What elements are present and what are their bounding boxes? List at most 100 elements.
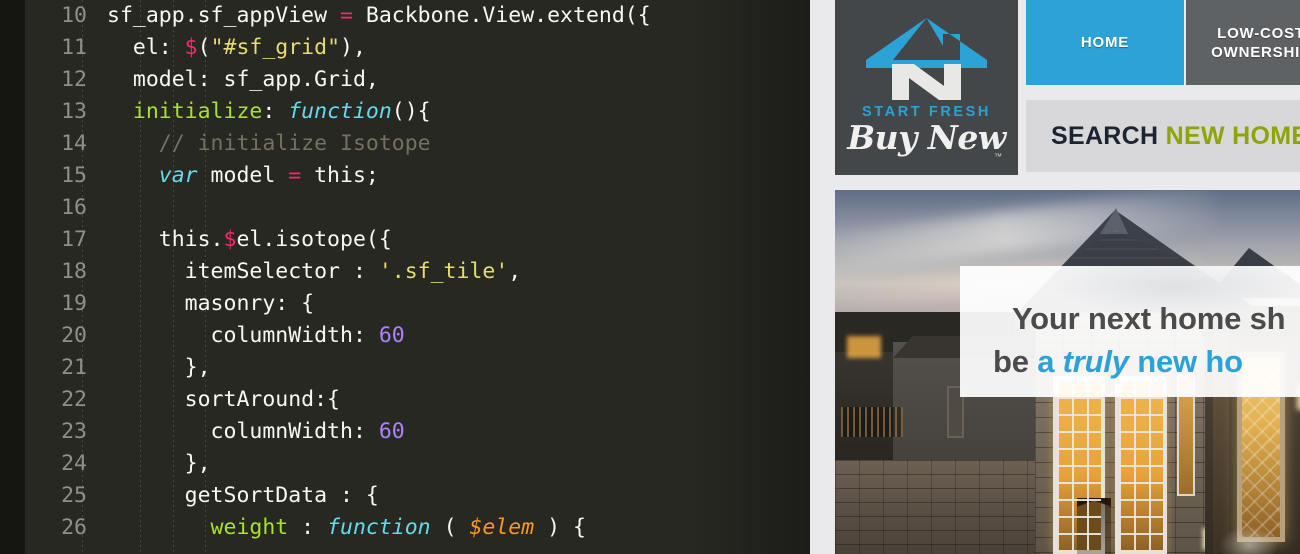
code-token: 60 bbox=[378, 419, 405, 444]
code-line[interactable]: 17 this.$el.isotope({ bbox=[25, 224, 810, 256]
code-token: ), bbox=[340, 35, 366, 60]
house-n-logo-icon bbox=[835, 8, 1018, 100]
code-line[interactable]: 24 }, bbox=[25, 448, 810, 480]
logo-trademark: ™ bbox=[994, 152, 1002, 161]
code-line-text: sf_app.sf_appView = Backbone.View.extend… bbox=[107, 0, 651, 32]
code-line[interactable]: 22 sortAround:{ bbox=[25, 384, 810, 416]
site-preview-panel[interactable]: START FRESH Buy New ™ HOME LOW-COST OWNE… bbox=[810, 0, 1300, 554]
hero-headline-accent-b: new ho bbox=[1128, 344, 1243, 379]
hero-headline-dark-part: be bbox=[993, 344, 1038, 379]
nav-item-home-label: HOME bbox=[1080, 34, 1130, 51]
code-token: el: bbox=[107, 35, 185, 60]
code-line-text: el: $("#sf_grid"), bbox=[107, 32, 366, 64]
lit-window-right bbox=[1115, 376, 1229, 554]
code-line[interactable]: 26 weight : function ( $elem ) { bbox=[25, 512, 810, 544]
landscaping-shrub bbox=[1219, 526, 1279, 554]
line-number: 11 bbox=[61, 35, 87, 60]
window-muntin-grid bbox=[1057, 380, 1101, 550]
site-nav[interactable]: HOME LOW-COST OWNERSHIP bbox=[1026, 0, 1300, 85]
code-token: function bbox=[327, 515, 431, 540]
code-token: model bbox=[197, 163, 289, 188]
logo-wordmark: Buy New bbox=[847, 118, 1006, 157]
code-token: = bbox=[288, 163, 315, 188]
code-token: Backbone.View.extend({ bbox=[365, 3, 651, 28]
code-token: }, bbox=[107, 355, 211, 380]
code-token: ( bbox=[197, 35, 211, 60]
lit-window-left bbox=[1053, 376, 1111, 554]
hero-headline-line-2: be a truly new ho bbox=[993, 344, 1243, 380]
code-token: "#sf_grid" bbox=[210, 35, 341, 60]
search-bar-label: SEARCH NEW HOME bbox=[1051, 122, 1300, 151]
code-token: ) { bbox=[534, 515, 586, 540]
code-line-text: }, bbox=[107, 448, 211, 480]
code-token: '.sf_tile' bbox=[378, 259, 509, 284]
nav-label-line2: OWNERSHIP bbox=[1211, 43, 1300, 61]
search-label-dark: SEARCH bbox=[1051, 121, 1159, 150]
code-token: function bbox=[288, 99, 392, 124]
search-label-green: NEW HOME bbox=[1165, 121, 1300, 150]
code-token: model: sf_app.Grid, bbox=[107, 67, 379, 92]
code-token: : bbox=[262, 99, 289, 124]
line-number: 25 bbox=[61, 483, 87, 508]
house-roof-notch bbox=[1100, 208, 1128, 234]
code-line-text: getSortData : { bbox=[107, 480, 379, 512]
line-number: 10 bbox=[61, 3, 87, 28]
code-content-area[interactable]: 10 sf_app.sf_appView = Backbone.View.exte… bbox=[25, 0, 810, 554]
code-line-text: initialize: function(){ bbox=[107, 96, 431, 128]
code-line[interactable]: 23 columnWidth: 60 bbox=[25, 416, 810, 448]
code-token: (){ bbox=[391, 99, 431, 124]
hero-headline-line-1: Your next home sh bbox=[1012, 301, 1286, 336]
line-number: 19 bbox=[61, 291, 87, 316]
code-line[interactable]: 18 itemSelector : '.sf_tile', bbox=[25, 256, 810, 288]
code-line-text: weight : function ( $elem ) { bbox=[107, 512, 586, 544]
code-line[interactable]: 20 columnWidth: 60 bbox=[25, 320, 810, 352]
nav-item-low-cost-ownership-label: LOW-COST OWNERSHIP bbox=[1211, 24, 1300, 62]
code-line[interactable]: 16 bbox=[25, 192, 810, 224]
code-token: }, bbox=[107, 451, 211, 476]
code-token: columnWidth: bbox=[107, 419, 379, 444]
line-number: 16 bbox=[61, 195, 87, 220]
editor-gutter-strip bbox=[0, 0, 25, 554]
code-line-text: columnWidth: 60 bbox=[107, 416, 405, 448]
code-line-list[interactable]: 10 sf_app.sf_appView = Backbone.View.exte… bbox=[25, 0, 810, 544]
code-line-text: this.$el.isotope({ bbox=[107, 224, 392, 256]
code-line[interactable]: 21 }, bbox=[25, 352, 810, 384]
code-token: ( bbox=[430, 515, 470, 540]
window-muntin-grid bbox=[1119, 380, 1163, 550]
line-number: 21 bbox=[61, 355, 87, 380]
code-token: var bbox=[107, 163, 198, 188]
code-line[interactable]: 14 // initialize Isotope bbox=[25, 128, 810, 160]
hero-headline-accent-a: a bbox=[1037, 344, 1063, 379]
house-railing bbox=[841, 407, 903, 437]
line-number: 15 bbox=[61, 163, 87, 188]
line-number: 23 bbox=[61, 419, 87, 444]
search-new-homes-bar[interactable]: SEARCH NEW HOME bbox=[1026, 100, 1300, 172]
code-token: masonry: { bbox=[107, 291, 315, 316]
code-line[interactable]: 10 sf_app.sf_appView = Backbone.View.exte… bbox=[25, 0, 810, 32]
code-token: sf_app.sf_appView bbox=[107, 3, 340, 28]
nav-item-home[interactable]: HOME bbox=[1026, 0, 1184, 85]
code-token: $ bbox=[184, 35, 198, 60]
code-line[interactable]: 19 masonry: { bbox=[25, 288, 810, 320]
code-token: sortAround:{ bbox=[107, 387, 340, 412]
code-line[interactable]: 13 initialize: function(){ bbox=[25, 96, 810, 128]
code-line-text: columnWidth: 60 bbox=[107, 320, 405, 352]
line-number: 13 bbox=[61, 99, 87, 124]
line-number: 12 bbox=[61, 67, 87, 92]
code-token: = bbox=[340, 3, 366, 28]
code-line[interactable]: 11 el: $("#sf_grid"), bbox=[25, 32, 810, 64]
code-token: initialize bbox=[107, 99, 263, 124]
code-line[interactable]: 25 getSortData : { bbox=[25, 480, 810, 512]
site-logo[interactable]: START FRESH Buy New ™ bbox=[835, 0, 1018, 175]
nav-item-low-cost-ownership[interactable]: LOW-COST OWNERSHIP bbox=[1186, 0, 1300, 85]
code-line-text: var model = this; bbox=[107, 160, 379, 192]
code-line[interactable]: 12 model: sf_app.Grid, bbox=[25, 64, 810, 96]
code-token: $elem bbox=[469, 515, 535, 540]
code-line-text: sortAround:{ bbox=[107, 384, 340, 416]
line-number: 24 bbox=[61, 451, 87, 476]
code-line[interactable]: 15 var model = this; bbox=[25, 160, 810, 192]
code-editor-panel[interactable]: 10 sf_app.sf_appView = Backbone.View.exte… bbox=[0, 0, 810, 554]
code-token: getSortData : { bbox=[107, 483, 379, 508]
code-token: // initialize Isotope bbox=[107, 131, 431, 156]
hero-banner[interactable]: Your next home sh be a truly new ho bbox=[835, 190, 1300, 554]
